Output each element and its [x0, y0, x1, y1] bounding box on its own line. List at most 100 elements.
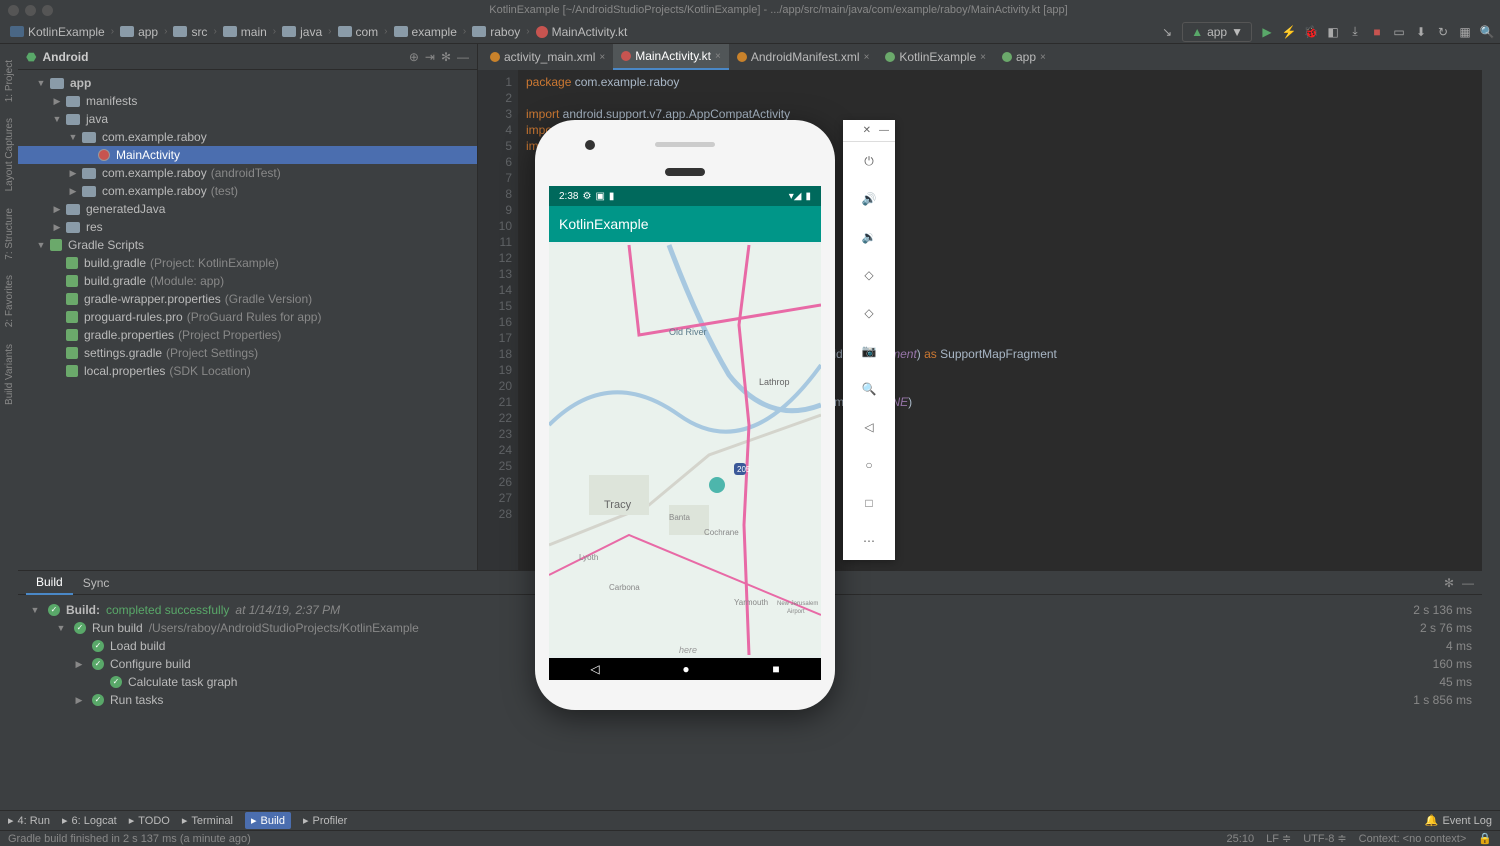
tree-node[interactable]: build.gradle(Project: KotlinExample)	[18, 254, 477, 272]
panel-hide-icon[interactable]: —	[1462, 576, 1474, 590]
overview-button[interactable]: ■	[772, 662, 779, 676]
gutter-tab[interactable]: 2: Favorites	[2, 267, 17, 335]
breadcrumb-item[interactable]: KotlinExample	[6, 23, 109, 41]
svg-text:Old River: Old River	[669, 327, 707, 337]
back-button[interactable]: ◁	[590, 662, 599, 676]
bottom-tab[interactable]: ▸ Profiler	[303, 812, 347, 829]
editor-tabs[interactable]: activity_main.xml×MainActivity.kt×Androi…	[478, 44, 1482, 70]
build-icon[interactable]: ↘	[1160, 25, 1174, 39]
project-panel: ⬣ Android ⊕ ⇥ ✻ — ▼app▶manifests▼java▼co…	[18, 44, 478, 570]
attach-icon[interactable]: ⤓	[1348, 25, 1362, 39]
avd-icon[interactable]: ▭	[1392, 25, 1406, 39]
volume-down-icon[interactable]: 🔉	[843, 218, 895, 256]
tree-node[interactable]: ▶manifests	[18, 92, 477, 110]
tree-node[interactable]: ▼com.example.raboy	[18, 128, 477, 146]
more-icon[interactable]: ⋯	[843, 522, 895, 560]
editor-tab[interactable]: KotlinExample×	[877, 44, 994, 70]
rotate-right-icon[interactable]: ◇	[843, 294, 895, 332]
breadcrumb-item[interactable]: example	[390, 23, 461, 41]
bottom-tab[interactable]: ▸ 6: Logcat	[62, 812, 117, 829]
camera-icon[interactable]: 📷	[843, 332, 895, 370]
sdk-icon[interactable]: ⬇	[1414, 25, 1428, 39]
window-controls[interactable]	[8, 5, 53, 16]
breadcrumb-item[interactable]: MainActivity.kt	[532, 23, 632, 41]
tree-node[interactable]: gradle-wrapper.properties(Gradle Version…	[18, 290, 477, 308]
debug-icon[interactable]: 🐞	[1304, 25, 1318, 39]
zoom-icon[interactable]: 🔍	[843, 370, 895, 408]
tree-node[interactable]: ▼java	[18, 110, 477, 128]
stop-icon[interactable]: ■	[1370, 25, 1384, 39]
tree-node[interactable]: settings.gradle(Project Settings)	[18, 344, 477, 362]
editor-tab[interactable]: MainActivity.kt×	[613, 44, 729, 70]
breadcrumb-item[interactable]: main	[219, 23, 271, 41]
volume-up-icon[interactable]: 🔊	[843, 180, 895, 218]
emulator-toolbar[interactable]: ✕ — ⏻ 🔊 🔉 ◇ ◇ 📷 🔍 ◁ ○ □ ⋯	[843, 120, 895, 560]
gutter-tab[interactable]: Layout Captures	[2, 110, 17, 199]
editor-tab[interactable]: app×	[994, 44, 1054, 70]
home-button[interactable]: ●	[682, 662, 689, 676]
bottom-tab[interactable]: ▸ Build	[245, 812, 291, 829]
editor-tab[interactable]: activity_main.xml×	[482, 44, 613, 70]
sync-icon[interactable]: ↻	[1436, 25, 1450, 39]
tree-node[interactable]: ▶generatedJava	[18, 200, 477, 218]
maximize-dot[interactable]	[42, 5, 53, 16]
tab-build[interactable]: Build	[26, 571, 73, 595]
project-mode[interactable]: Android	[42, 50, 402, 64]
overview-icon[interactable]: □	[843, 484, 895, 522]
profile-icon[interactable]: ◧	[1326, 25, 1340, 39]
event-log-button[interactable]: 🔔 Event Log	[1425, 814, 1492, 827]
tree-node[interactable]: build.gradle(Module: app)	[18, 272, 477, 290]
caret-position[interactable]: 25:10	[1227, 833, 1255, 845]
breadcrumb-item[interactable]: com	[334, 23, 383, 41]
tree-node[interactable]: gradle.properties(Project Properties)	[18, 326, 477, 344]
minimize-dot[interactable]	[25, 5, 36, 16]
settings-icon[interactable]: ✻	[441, 50, 451, 64]
android-nav-bar[interactable]: ◁ ● ■	[549, 658, 821, 680]
breadcrumb-item[interactable]: src	[169, 23, 211, 41]
hide-icon[interactable]: —	[457, 50, 469, 64]
breadcrumb-item[interactable]: java	[278, 23, 326, 41]
line-ending[interactable]: LF ≑	[1266, 832, 1291, 845]
layout-icon[interactable]: ▦	[1458, 25, 1472, 39]
target-icon[interactable]: ⊕	[409, 50, 419, 64]
back-icon[interactable]: ◁	[843, 408, 895, 446]
run-config-selector[interactable]: ▲ app ▼	[1182, 22, 1252, 42]
home-icon[interactable]: ○	[843, 446, 895, 484]
editor-tab[interactable]: AndroidManifest.xml×	[729, 44, 878, 70]
tab-sync[interactable]: Sync	[73, 572, 120, 594]
project-tree[interactable]: ▼app▶manifests▼java▼com.example.raboyMai…	[18, 70, 477, 570]
breadcrumb-item[interactable]: app	[116, 23, 162, 41]
bottom-tab[interactable]: ▸ Terminal	[182, 812, 233, 829]
tree-node[interactable]: ▼Gradle Scripts	[18, 236, 477, 254]
collapse-icon[interactable]: ⇥	[425, 50, 435, 64]
search-icon[interactable]: 🔍	[1480, 25, 1494, 39]
tree-node[interactable]: local.properties(SDK Location)	[18, 362, 477, 380]
apply-changes-icon[interactable]: ⚡	[1282, 25, 1296, 39]
tree-node[interactable]: ▼app	[18, 74, 477, 92]
context[interactable]: Context: <no context>	[1359, 833, 1467, 845]
panel-settings-icon[interactable]: ✻	[1444, 576, 1454, 590]
phone-screen[interactable]: 2:38 ⚙ ▣ ▮ ▾◢ ▮ KotlinExample	[549, 186, 821, 680]
emulator-close-icon[interactable]: ✕	[863, 125, 871, 136]
bottom-tab[interactable]: ▸ 4: Run	[8, 812, 50, 829]
tree-node[interactable]: ▶res	[18, 218, 477, 236]
tree-node[interactable]: MainActivity	[18, 146, 477, 164]
gutter-tab[interactable]: 1: Project	[2, 52, 17, 110]
breadcrumb-item[interactable]: raboy	[468, 23, 524, 41]
close-dot[interactable]	[8, 5, 19, 16]
emulator-window[interactable]: 2:38 ⚙ ▣ ▮ ▾◢ ▮ KotlinExample	[535, 120, 895, 710]
gutter-tab[interactable]: 7: Structure	[2, 200, 17, 268]
gutter-tab[interactable]: Build Variants	[2, 336, 17, 413]
power-icon[interactable]: ⏻	[843, 142, 895, 180]
run-icon[interactable]: ▶	[1260, 25, 1274, 39]
encoding[interactable]: UTF-8 ≑	[1303, 832, 1346, 845]
emulator-minimize-icon[interactable]: —	[879, 125, 889, 136]
tree-node[interactable]: ▶com.example.raboy(test)	[18, 182, 477, 200]
lock-icon[interactable]: 🔒	[1478, 832, 1492, 845]
tree-node[interactable]: proguard-rules.pro(ProGuard Rules for ap…	[18, 308, 477, 326]
gear-icon: ⚙	[582, 191, 591, 202]
map-view[interactable]: Old River Lathrop Tracy Banta Cochrane L…	[549, 242, 821, 658]
tree-node[interactable]: ▶com.example.raboy(androidTest)	[18, 164, 477, 182]
bottom-tab[interactable]: ▸ TODO	[129, 812, 170, 829]
rotate-left-icon[interactable]: ◇	[843, 256, 895, 294]
